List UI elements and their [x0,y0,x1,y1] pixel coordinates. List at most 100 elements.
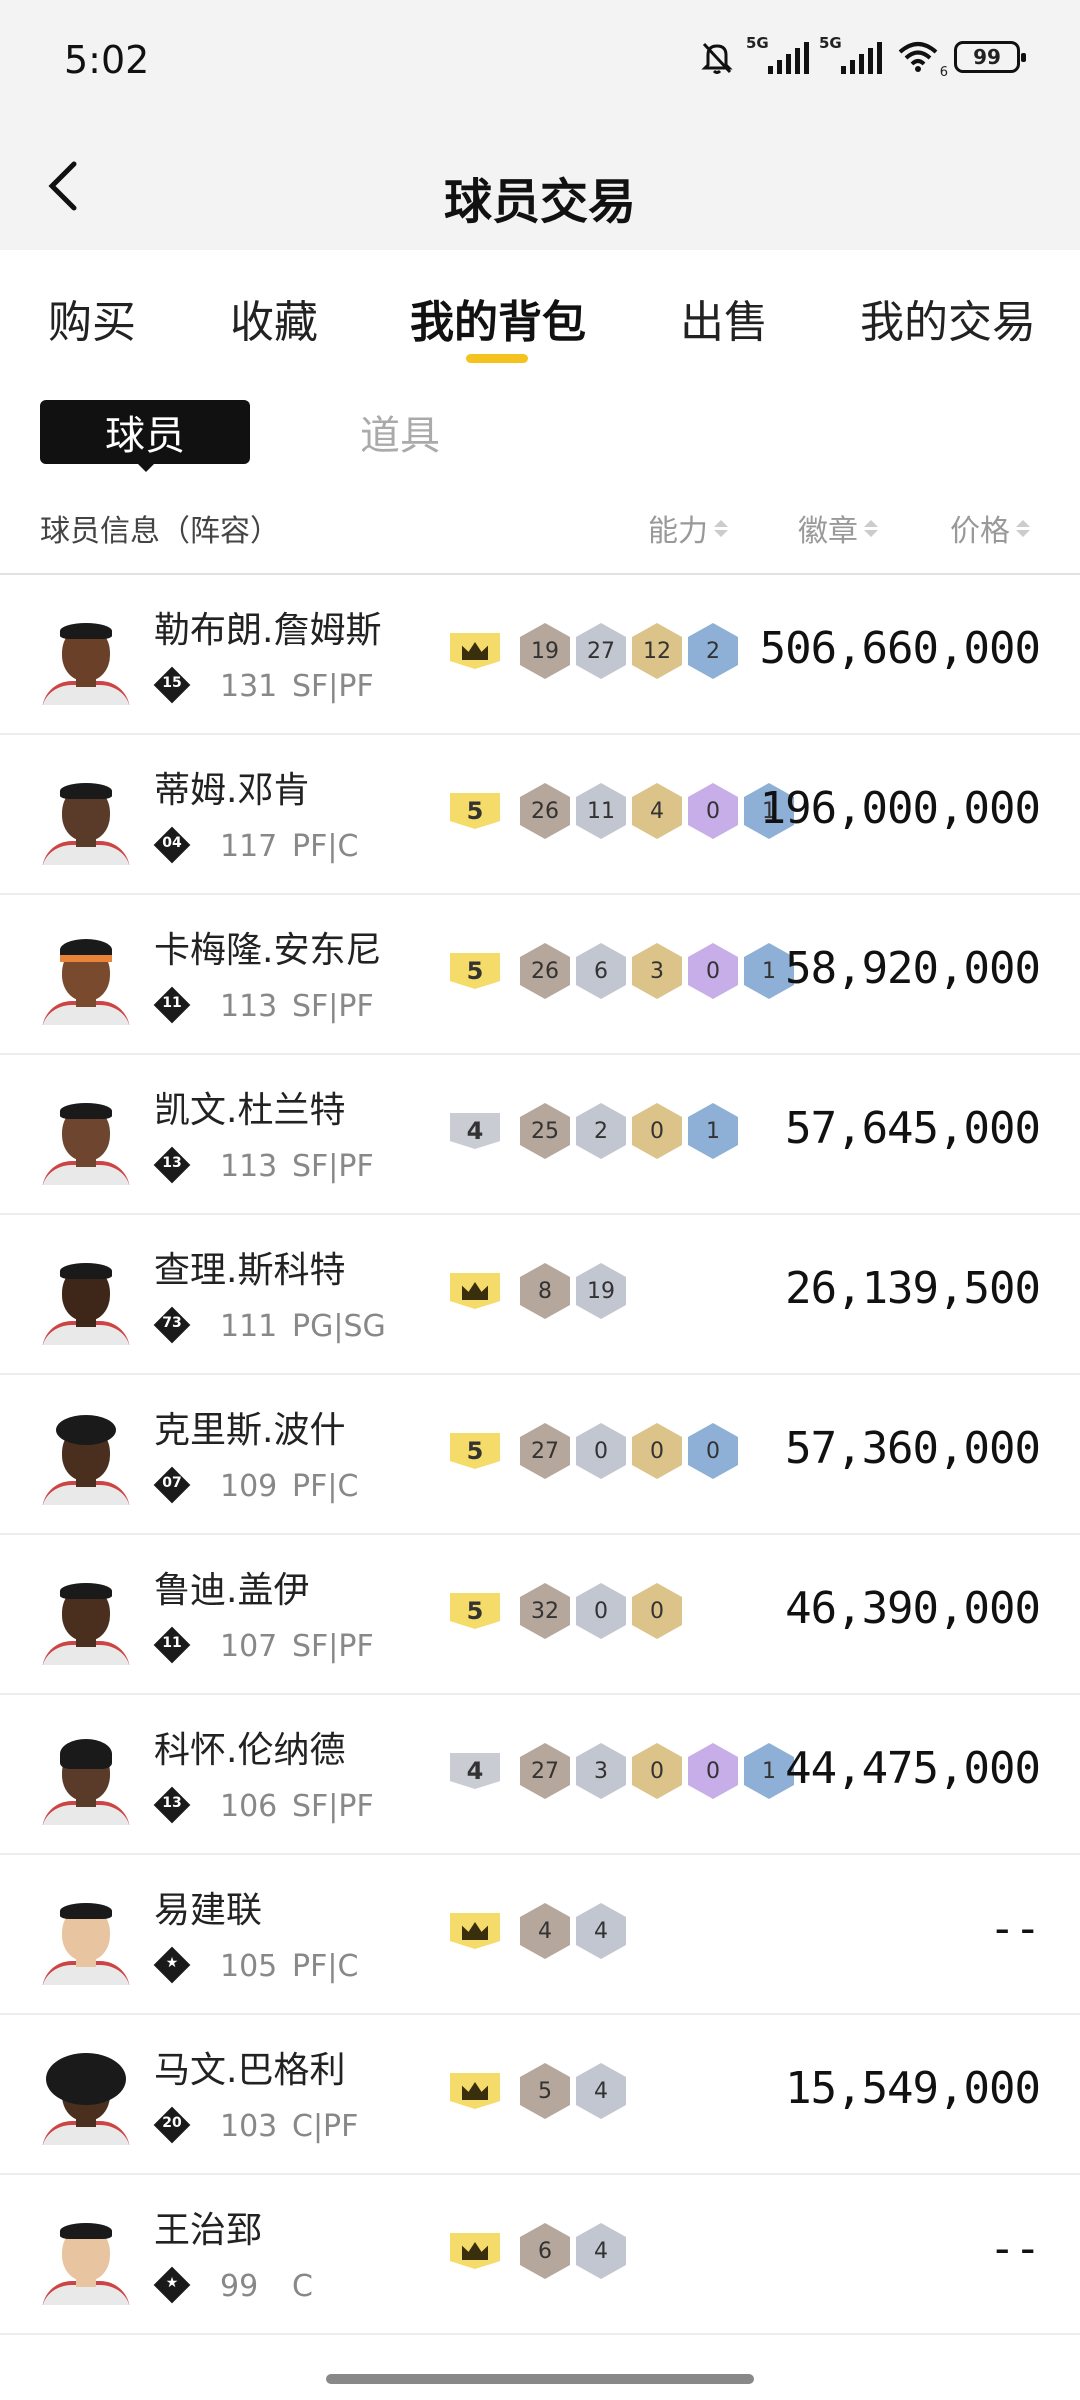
segment-items[interactable]: 道具 [320,400,480,464]
player-avatar [40,2053,132,2145]
badge-group: 4 25 2 0 1 [450,1103,738,1159]
player-avatar [40,1733,132,1825]
player-row[interactable]: 马文.巴格利 20 103 C|PF 5 4 15,549,000 [0,2015,1080,2175]
badge-group: 54 [450,2063,626,2119]
player-row[interactable]: 易建联 ★ 105 PF|C 4 4 -- [0,1855,1080,2015]
battery-icon: 99 [954,41,1026,73]
player-name: 查理.斯科特 [154,1250,346,1291]
player-row[interactable]: 凯文.杜兰特 13 113 SF|PF 4 25 2 0 1 57,645,000 [0,1055,1080,1215]
player-avatar [40,1093,132,1185]
player-rating: 111 [220,1309,278,1344]
crown-icon [462,642,488,660]
page-title: 球员交易 [443,174,636,230]
status-bar: 5:02 5G 5G 6 99 [0,0,1080,120]
jersey-number: 13 [162,1155,182,1171]
jersey-number: ★ [165,2275,179,2291]
home-indicator[interactable] [326,2374,754,2384]
player-position: C|PF [292,2109,359,2144]
column-header: 球员信息（阵容） 能力 徽章 价格 [0,498,1080,574]
tab-my-backpack[interactable]: 我的背包 [410,286,586,350]
badge-count: 2 [688,623,738,679]
badge-count: 27 [520,1743,570,1799]
sort-price[interactable]: 价格 [950,506,1030,550]
player-avatar [40,1573,132,1665]
player-rating: 109 [220,1469,278,1504]
player-avatar [40,1413,132,1505]
tab-bar: 购买 收藏 我的背包 出售 我的交易 [0,250,1080,370]
player-rating: 103 [220,2109,278,2144]
sort-badges[interactable]: 徽章 [798,506,878,550]
badge-group: 44 [450,1903,626,1959]
player-position: PF|C [292,829,359,864]
tab-my-trades[interactable]: 我的交易 [860,286,1036,350]
player-row[interactable]: 查理.斯科特 73 111 PG|SG 8 19 26,139,500 [0,1215,1080,1375]
badge-count: 19 [520,623,570,679]
sort-arrows-icon [1016,519,1030,537]
player-price: 196,000,000 [759,783,1041,834]
badge-group: 64 [450,2223,626,2279]
jersey-badge-icon: 04 [153,826,191,864]
badge-count: 0 [576,1423,626,1479]
crown-tier-icon [450,1913,500,1949]
badge-count: 1 [688,1103,738,1159]
player-name: 科怀.伦纳德 [154,1730,346,1771]
player-row[interactable]: 科怀.伦纳德 13 106 SF|PF 4 27 3 0 0 1 44,475,000 [0,1695,1080,1855]
player-position: SF|PF [292,1629,374,1664]
player-row[interactable]: 王治郅 ★ 99 C 6 4 -- [0,2175,1080,2335]
player-avatar [40,933,132,1025]
active-tab-indicator [466,354,528,363]
tier-badge: 4 [450,1113,500,1149]
tab-favorites[interactable]: 收藏 [230,286,318,350]
badge-count: 6 [576,943,626,999]
player-position: SF|PF [292,1789,374,1824]
badge-count: 0 [632,1583,682,1639]
badge-count: 0 [688,943,738,999]
player-price: 57,645,000 [785,1103,1041,1154]
player-price: 506,660,000 [759,623,1041,674]
crown-icon [462,1282,488,1300]
player-row[interactable]: 蒂姆.邓肯 04 117 PF|C 5 26 11 4 0 1 196,000,000 [0,735,1080,895]
sort-arrows-icon [864,519,878,537]
player-avatar [40,613,132,705]
jersey-badge-icon: 11 [153,986,191,1024]
badge-count: 26 [520,943,570,999]
player-row[interactable]: 鲁迪.盖伊 11 107 SF|PF 5 32 0 0 46,390,000 [0,1535,1080,1695]
mute-bell-icon [701,42,733,74]
badge-count: 19 [576,1263,626,1319]
jersey-number: 04 [162,835,182,851]
badge-count: 0 [688,1743,738,1799]
player-price: 26,139,500 [785,1263,1041,1314]
badge-count: 11 [576,783,626,839]
player-rating: 107 [220,1629,278,1664]
player-rating: 113 [220,989,278,1024]
player-row[interactable]: 克里斯.波什 07 109 PF|C 5 27 0 0 0 57,360,000 [0,1375,1080,1535]
player-position: PG|SG [292,1309,386,1344]
badge-count: 0 [632,1423,682,1479]
tab-sell[interactable]: 出售 [680,286,768,350]
player-position: PF|C [292,1469,359,1504]
jersey-badge-icon: 13 [153,1786,191,1824]
jersey-number: 11 [162,1635,182,1651]
badge-count: 4 [576,2063,626,2119]
badge-count: 4 [576,1903,626,1959]
badge-count: 3 [632,943,682,999]
cell-signal-2-icon: 5G [819,34,882,74]
badge-count: 25 [520,1103,570,1159]
player-name: 马文.巴格利 [154,2050,346,2091]
tier-badge: 5 [450,953,500,989]
badge-count: 6 [520,2223,570,2279]
badge-group: 5 26 6 3 0 1 [450,943,794,999]
player-list: 勒布朗.詹姆斯 15 131 SF|PF 19 27 12 2 506,660,000 蒂姆.邓肯… [0,575,1080,2335]
segment-players[interactable]: 球员 [40,400,250,464]
badge-count: 5 [520,2063,570,2119]
badge-count: 0 [632,1103,682,1159]
badge-count: 0 [688,783,738,839]
player-row[interactable]: 勒布朗.詹姆斯 15 131 SF|PF 19 27 12 2 506,660,000 [0,575,1080,735]
column-info: 球员信息（阵容） [40,514,280,549]
tab-buy[interactable]: 购买 [48,286,136,350]
sort-ability[interactable]: 能力 [648,506,728,550]
player-row[interactable]: 卡梅隆.安东尼 11 113 SF|PF 5 26 6 3 0 1 58,920,000 [0,895,1080,1055]
crown-icon [462,2082,488,2100]
player-rating: 99 [220,2269,259,2304]
jersey-badge-icon: ★ [153,2266,191,2304]
